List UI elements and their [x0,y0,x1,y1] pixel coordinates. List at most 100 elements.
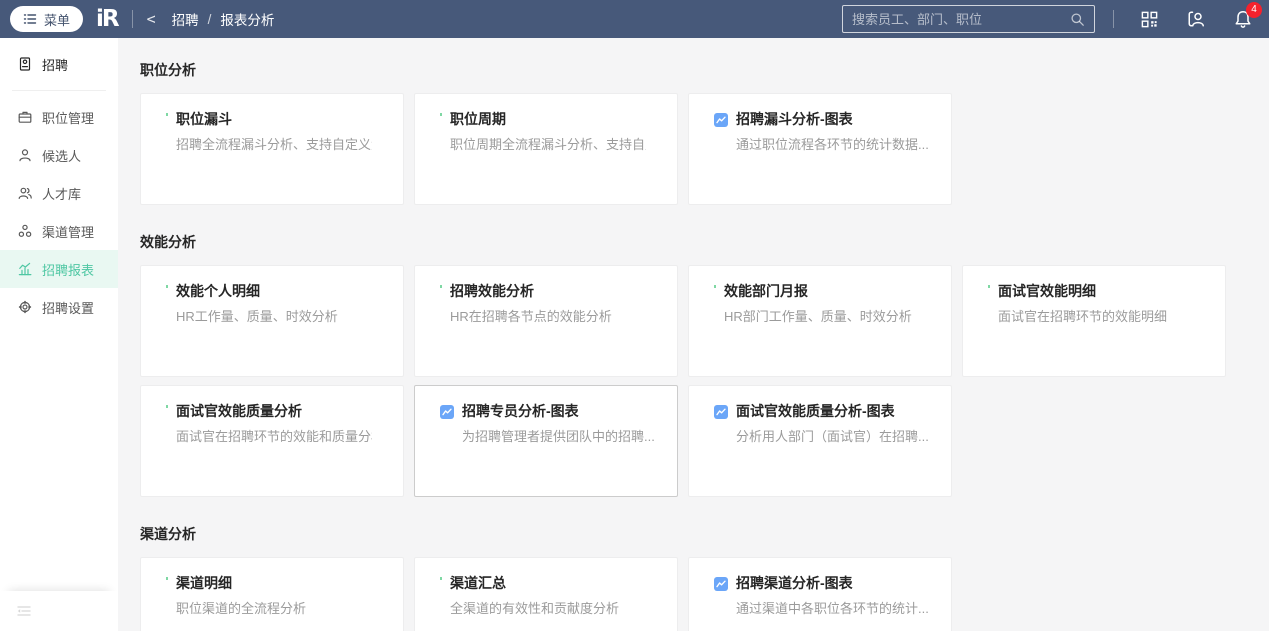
report-card[interactable]: 招聘专员分析-图表为招聘管理者提供团队中的招聘... [414,385,678,497]
report-card-description: 通过渠道中各职位各环节的统计... [736,601,929,616]
report-card-title: 职位周期 [450,111,506,127]
breadcrumb-item-recruit[interactable]: 招聘 [172,9,199,29]
list-icon [23,14,37,24]
report-card[interactable]: 渠道汇总全渠道的有效性和贡献度分析 [414,557,678,631]
card-grid: 职位漏斗招聘全流程漏斗分析、支持自定义漏斗职位周期职位周期全流程漏斗分析、支持自… [140,93,1247,205]
search-icon [1071,12,1084,26]
topbar-divider-2 [1113,10,1114,28]
report-section-0: 职位分析职位漏斗招聘全流程漏斗分析、支持自定义漏斗职位周期职位周期全流程漏斗分析… [140,60,1247,205]
sidebar-item-0[interactable]: 招聘 [0,45,118,83]
sidebar-item-2[interactable]: 候选人 [0,136,118,174]
report-card-description: 通过职位流程各环节的统计数据... [736,137,929,152]
app-logo: iR [96,6,120,32]
report-card-description: HR在招聘各节点的效能分析 [450,309,612,324]
section-title: 渠道分析 [140,526,196,542]
report-card-description: HR工作量、质量、时效分析 [176,309,338,324]
chart-icon [18,262,32,276]
report-card-title: 面试官效能质量分析-图表 [736,403,895,419]
table-report-icon [166,285,168,296]
sidebar-item-label: 人才库 [42,186,82,202]
contacts-icon [1188,11,1204,27]
report-card-description: 职位周期全流程漏斗分析、支持自定义 [450,137,646,152]
topbar-divider [131,10,133,28]
report-card[interactable]: 效能个人明细 HR工作量、质量、时效分析 [140,265,404,377]
section-title: 职位分析 [140,62,196,78]
table-report-icon [166,577,168,588]
collapse-sidebar-icon[interactable] [16,603,32,619]
report-card-title: 面试官效能明细 [998,283,1096,299]
report-card-title: 渠道汇总 [450,575,506,591]
report-catalog: 职位分析职位漏斗招聘全流程漏斗分析、支持自定义漏斗职位周期职位周期全流程漏斗分析… [118,38,1269,631]
sidebar-item-3[interactable]: 人才库 [0,174,118,212]
menu-button[interactable]: 菜单 [10,6,84,32]
person-icon [19,149,31,162]
notification-badge: 4 [1246,2,1262,18]
gear-icon [18,300,32,314]
report-card-description: 面试官在招聘环节的效能和质量分析 [176,429,372,444]
sidebar-item-label: 职位管理 [42,110,95,126]
table-report-icon [988,285,990,296]
card-grid: 渠道明细 职位渠道的全流程分析 渠道汇总 全渠道的有效性和贡献度分析 招聘渠道分析-图表… [140,557,1247,631]
sidebar: 招聘职位管理候选人人才库渠道管理招聘报表招聘设置 [0,38,118,631]
report-card[interactable]: 招聘漏斗分析-图表 通过职位流程各环节的统计数据... [688,93,952,205]
report-card-title: 招聘效能分析 [450,283,534,299]
report-card-title: 招聘专员分析-图表 [462,403,579,419]
people-icon [18,187,32,199]
report-card[interactable]: 面试官效能质量分析面试官在招聘环节的效能和质量分析 [140,385,404,497]
badge-icon [19,57,31,71]
sidebar-item-label: 招聘 [42,57,69,73]
table-report-icon [166,405,168,416]
nodes-icon [18,224,32,237]
report-card[interactable]: 面试官效能质量分析-图表 分析用人部门（面试官）在招聘... [688,385,952,497]
report-card[interactable]: 渠道明细职位渠道的全流程分析 [140,557,404,631]
chart-report-icon [714,405,728,419]
sidebar-divider [12,90,106,91]
table-report-icon [440,577,442,588]
card-grid: 效能个人明细 HR工作量、质量、时效分析 招聘效能分析 HR在招聘各节点的效能分析 效能… [140,265,1247,497]
chart-report-icon [714,113,728,127]
chart-report-icon [714,577,728,591]
search-input[interactable] [852,11,1070,27]
sidebar-item-label: 招聘设置 [42,300,95,316]
report-card-description: 职位渠道的全流程分析 [176,601,307,616]
menu-button-label: 菜单 [44,12,71,28]
report-card-description: 为招聘管理者提供团队中的招聘... [462,429,655,444]
report-card[interactable]: 效能部门月报 HR部门工作量、质量、时效分析 [688,265,952,377]
topbar: 菜单 iR < 招聘 / 报表分析 搜索员工、部门、职位 4 [0,0,1269,38]
sidebar-nav: 招聘职位管理候选人人才库渠道管理招聘报表招聘设置 [0,45,118,326]
report-card[interactable]: 招聘渠道分析-图表 通过渠道中各职位各环节的统计... [688,557,952,631]
breadcrumb: 招聘 / 报表分析 [172,9,275,29]
report-card-title: 面试官效能质量分析 [176,403,302,419]
report-card-description: 全渠道的有效性和贡献度分析 [450,601,620,616]
report-card-title: 效能个人明细 [176,283,260,299]
report-card[interactable]: 面试官效能明细面试官在招聘环节的效能明细 [962,265,1226,377]
report-card[interactable]: 职位周期职位周期全流程漏斗分析、支持自定义 [414,93,678,205]
sidebar-footer [0,591,118,631]
chart-report-icon [440,405,454,419]
sidebar-item-1[interactable]: 职位管理 [0,98,118,136]
back-button[interactable]: < [147,10,156,28]
report-card[interactable]: 职位漏斗招聘全流程漏斗分析、支持自定义漏斗 [140,93,404,205]
table-report-icon [440,285,442,296]
report-card-title: 渠道明细 [176,575,232,591]
sidebar-item-label: 候选人 [42,148,82,164]
notifications-button[interactable]: 4 [1233,2,1262,29]
table-report-icon [714,285,716,296]
report-card[interactable]: 招聘效能分析 HR在招聘各节点的效能分析 [414,265,678,377]
breadcrumb-separator: / [207,11,212,27]
report-card-description: 面试官在招聘环节的效能明细 [998,309,1168,324]
report-section-2: 渠道分析 渠道明细 职位渠道的全流程分析 渠道汇总 全渠道的有效性和贡献度分析 招聘渠道分… [140,524,1247,631]
report-card-title: 效能部门月报 [724,283,808,299]
table-report-icon [440,113,442,124]
sidebar-item-4[interactable]: 渠道管理 [0,212,118,250]
report-card-description: 招聘全流程漏斗分析、支持自定义漏斗 [176,137,372,152]
sidebar-item-5[interactable]: 招聘报表 [0,250,118,288]
qr-code-button[interactable] [1140,10,1159,29]
contacts-button[interactable] [1186,9,1206,29]
table-report-icon [166,113,168,124]
report-card-description: HR部门工作量、质量、时效分析 [724,309,912,324]
report-section-1: 效能分析 效能个人明细 HR工作量、质量、时效分析 招聘效能分析 HR在招聘各节点的效能… [140,232,1247,497]
sidebar-item-6[interactable]: 招聘设置 [0,288,118,326]
search-box[interactable] [842,5,1095,33]
sidebar-item-label: 渠道管理 [42,224,95,240]
